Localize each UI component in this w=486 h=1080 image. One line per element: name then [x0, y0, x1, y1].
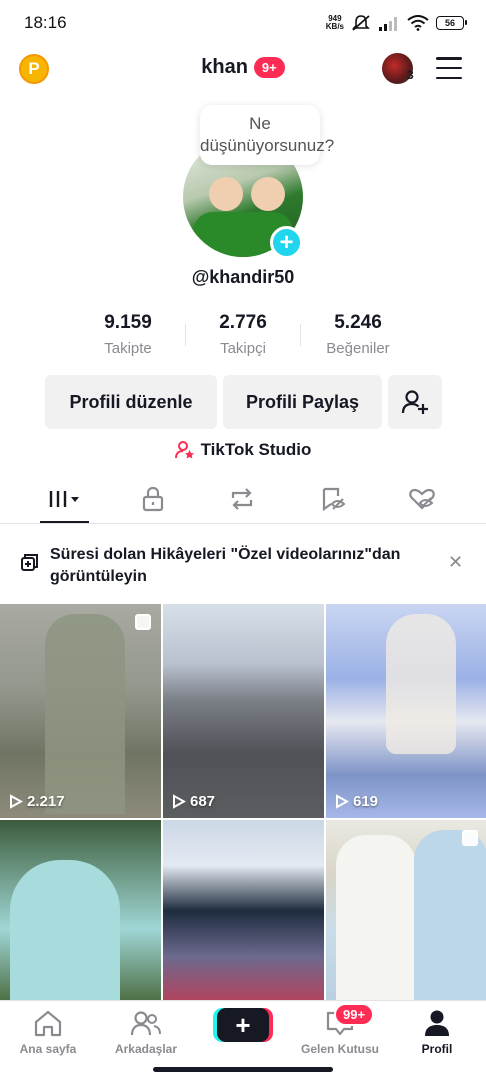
multi-photo-icon	[462, 830, 478, 846]
home-indicator	[153, 1067, 333, 1072]
nav-profile-label: Profil	[421, 1042, 453, 1056]
battery-indicator: 56	[436, 16, 467, 30]
video-thumbnail[interactable]: 687	[163, 604, 324, 818]
view-count-value: 687	[190, 793, 216, 810]
add-user-icon	[401, 390, 428, 414]
home-icon	[34, 1010, 62, 1037]
edit-profile-button[interactable]: Profili düzenle	[45, 375, 217, 429]
multi-photo-icon	[135, 614, 151, 630]
nav-home[interactable]: Ana sayfa	[0, 1007, 98, 1056]
status-icons: 949 KB/s 56	[326, 14, 467, 32]
network-speed-unit: KB/s	[325, 22, 344, 31]
stat-value: 2.776	[219, 312, 267, 333]
thought-bubble[interactable]: Ne düşünüyorsunuz?	[200, 105, 334, 165]
story-count: 3	[407, 68, 414, 82]
avatar-photo-part	[251, 177, 285, 211]
thumbnail-image	[10, 860, 120, 1000]
tab-liked[interactable]	[397, 484, 447, 514]
nav-inbox-label: Gelen Kutusu	[300, 1042, 379, 1056]
video-thumbnail[interactable]: 619	[326, 604, 486, 818]
top-nav: P khan 9+ 3	[0, 48, 486, 90]
share-profile-button[interactable]: Profili Paylaş	[223, 375, 382, 429]
view-count: 687	[172, 793, 215, 810]
play-icon	[10, 794, 23, 809]
menu-line	[436, 76, 462, 79]
thumbnail-image	[386, 614, 456, 754]
friends-icon	[130, 1011, 161, 1036]
content-tabs	[0, 476, 486, 524]
play-icon	[336, 794, 349, 809]
close-icon[interactable]: ✕	[448, 552, 463, 573]
stat-label: Takipte	[104, 340, 152, 357]
stat-value: 5.246	[334, 312, 382, 333]
video-grid: 2.217 687 619	[0, 604, 486, 1002]
nav-username: khan	[201, 56, 248, 78]
tab-videos[interactable]	[40, 484, 90, 514]
notification-badge: 9+	[253, 57, 285, 78]
battery-level: 56	[444, 18, 455, 28]
nav-home-label: Ana sayfa	[19, 1042, 77, 1056]
nav-profile[interactable]: Profil	[387, 1007, 486, 1056]
wifi-icon	[407, 15, 429, 31]
avatar-photo-part	[209, 177, 243, 211]
mute-icon	[352, 15, 370, 31]
profile-icon	[425, 1010, 449, 1036]
video-thumbnail[interactable]	[0, 820, 161, 1002]
tiktok-studio-link[interactable]: TikTok Studio	[0, 440, 486, 460]
video-thumbnail[interactable]	[326, 820, 486, 1002]
tab-private[interactable]	[128, 484, 178, 514]
profile-handle: @khandir50	[191, 267, 295, 287]
menu-line	[436, 66, 462, 70]
stat-label: Beğeniler	[326, 340, 390, 357]
tab-favorites[interactable]	[308, 484, 358, 514]
view-count-value: 2.217	[27, 793, 65, 810]
play-icon	[173, 794, 186, 809]
video-thumbnail[interactable]: 2.217	[0, 604, 161, 818]
stat-label: Takipçi	[220, 340, 266, 357]
stat-following[interactable]: 9.159 Takipte	[71, 312, 186, 357]
thumbnail-image	[414, 830, 486, 1002]
profile-stats: 9.159 Takipte 2.776 Takipçi 5.246 Beğeni…	[0, 312, 486, 357]
signal-icon	[379, 17, 397, 31]
grid-icon	[49, 491, 79, 507]
liked-icon	[409, 488, 435, 510]
bookmark-icon	[322, 487, 346, 512]
nav-friends-label: Arkadaşlar	[114, 1042, 178, 1056]
studio-label: TikTok Studio	[200, 440, 312, 459]
status-bar: 18:16 949 KB/s 56	[0, 0, 486, 46]
studio-icon	[174, 441, 194, 459]
thumbnail-image	[45, 614, 125, 814]
story-add-icon	[21, 554, 38, 571]
menu-line	[436, 57, 462, 60]
view-count: 619	[335, 793, 378, 810]
stat-followers[interactable]: 2.776 Takipçi	[184, 312, 301, 357]
repost-icon	[231, 488, 253, 510]
menu-button[interactable]	[436, 57, 462, 79]
thumbnail-image	[336, 835, 416, 1002]
inbox-badge: 99+	[334, 1003, 375, 1026]
video-thumbnail[interactable]	[163, 820, 324, 1002]
view-count: 2.217	[9, 793, 65, 810]
stat-value: 9.159	[104, 312, 152, 333]
nav-friends[interactable]: Arkadaşlar	[96, 1007, 196, 1056]
banner-text: Süresi dolan Hikâyeleri "Özel videoların…	[50, 546, 401, 585]
add-friend-button[interactable]	[388, 375, 442, 429]
plus-icon: +	[235, 1010, 251, 1040]
status-time: 18:16	[24, 13, 67, 32]
network-speed: 949 KB/s	[326, 15, 344, 31]
stat-likes[interactable]: 5.246 Beğeniler	[299, 312, 416, 357]
view-count-value: 619	[353, 793, 379, 810]
add-story-button[interactable]: +	[270, 226, 303, 259]
active-tab-indicator	[40, 521, 89, 523]
lock-icon	[142, 486, 164, 512]
plus-icon: +	[279, 228, 294, 256]
create-button[interactable]: +	[217, 1008, 269, 1042]
stories-banner[interactable]: Süresi dolan Hikâyeleri "Özel videoların…	[0, 536, 486, 596]
profile-actions: Profili düzenle Profili Paylaş	[45, 375, 442, 429]
tab-reposts[interactable]	[217, 484, 267, 514]
